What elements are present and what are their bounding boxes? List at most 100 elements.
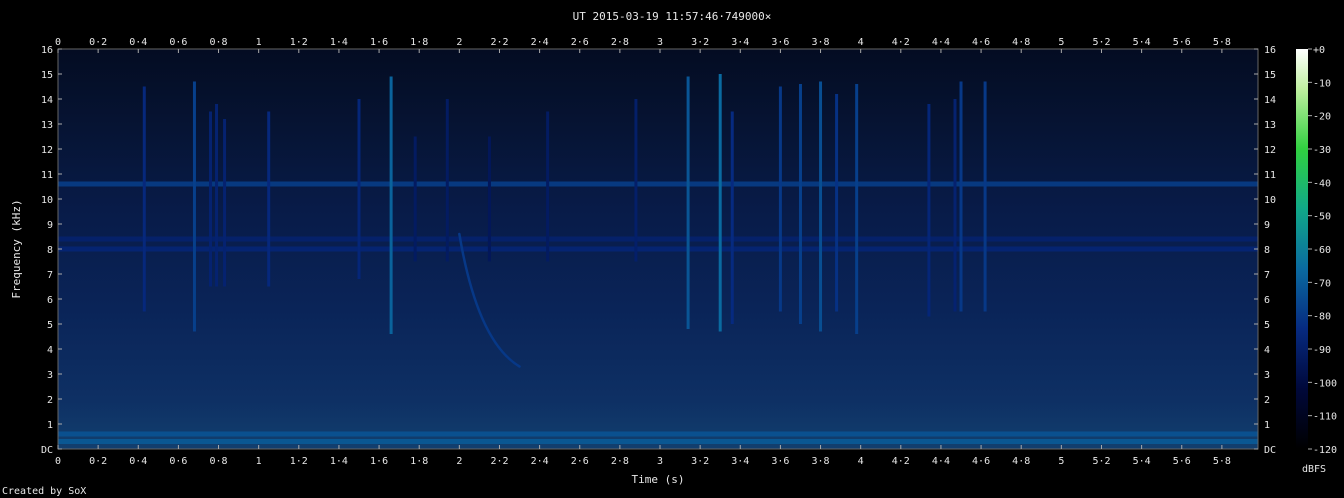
x-tick-label: 4·8 [1012,456,1030,467]
y-tick-label-right: 8 [1264,245,1270,256]
y-tick-label: 14 [41,95,53,106]
plot-area [57,48,1259,450]
y-tick-label: 1 [47,420,53,431]
click-transient [192,81,196,332]
x-tick-label-top: 4·4 [932,37,950,48]
y-tick-label: 8 [47,245,53,256]
x-tick-label: 1·8 [410,456,428,467]
x-tick-label-top: 3 [657,37,663,48]
x-tick-label-top: 1 [256,37,262,48]
y-tick-label: 9 [47,220,53,231]
colorbar-tick-label: -60 [1313,245,1331,256]
colorbar-tick-label: -90 [1313,345,1331,356]
x-tick-label: 0 [55,456,61,467]
click-transient [730,111,734,324]
x-tick-label-top: 4·8 [1012,37,1030,48]
y-tick-label: 11 [41,170,53,181]
click-transient [142,86,146,312]
credit-text: Created by SoX [2,486,86,497]
click-transient [223,119,227,287]
frequency-band [58,439,1258,444]
x-tick-label: 1·6 [370,456,388,467]
x-tick-label: 4·6 [972,456,990,467]
x-tick-label: 1 [256,456,262,467]
click-transient [445,99,449,262]
x-tick-label-top: 3·6 [771,37,789,48]
colorbar-gradient [1296,49,1308,449]
y-tick-label: 6 [47,295,53,306]
x-tick-label-top: 5·6 [1173,37,1191,48]
y-tick-label-right: 9 [1264,220,1270,231]
y-tick-label: 16 [41,45,53,56]
x-axis-label: Time (s) [632,473,685,486]
click-transient [546,111,550,262]
x-tick-label: 1·4 [330,456,348,467]
x-tick-label: 3 [657,456,663,467]
colorbar-tick-label: -100 [1313,378,1337,389]
click-transient [389,76,393,334]
y-tick-label: 13 [41,120,53,131]
x-tick-label: 2·2 [490,456,508,467]
x-tick-label-top: 1·8 [410,37,428,48]
colorbar-ticks: +0 -10 -20 -30 -40 -50 -60 -70 -80 -90 -100 -110 -12… [1308,45,1337,456]
x-tick-label: 3·6 [771,456,789,467]
click-transient [487,136,491,262]
x-tick-label-top: 1·4 [330,37,348,48]
x-tick-label-top: 2·6 [571,37,589,48]
x-tick-label-top: 3·8 [812,37,830,48]
colorbar-tick-label: -40 [1313,178,1331,189]
y-tick-label: 4 [47,345,53,356]
colorbar-tick-label: -120 [1313,445,1337,456]
x-tick-label: 1·2 [290,456,308,467]
click-transient [357,99,361,279]
y-axis-label: Frequency (kHz) [10,199,23,298]
y-tick-label: 7 [47,270,53,281]
x-tick-label: 3·8 [812,456,830,467]
x-tick-label: 5 [1058,456,1064,467]
click-transient [983,81,987,312]
spectrogram-chart: UT 2015-03-19 11:57:46·749000× 0 0 0·2 0·2 0… [2,10,1337,497]
y-tick-label: 5 [47,320,53,331]
x-tick-label: 2 [456,456,462,467]
y-tick-label-right: 1 [1264,420,1270,431]
x-tick-label: 0·6 [169,456,187,467]
x-tick-label-top: 5 [1058,37,1064,48]
click-transient [855,84,859,334]
y-tick-label: 15 [41,70,53,81]
x-tick-label-top: 4·2 [892,37,910,48]
x-tick-label: 2·4 [531,456,549,467]
y-tick-label: 10 [41,195,53,206]
click-transient [413,136,417,262]
colorbar-tick-label: -20 [1313,112,1331,123]
frequency-band [58,246,1258,252]
y-tick-label: 12 [41,145,53,156]
x-tick-label-top: 3·2 [691,37,709,48]
x-tick-label-top: 5·4 [1133,37,1151,48]
colorbar-tick-label: -50 [1313,212,1331,223]
click-transient [209,111,213,287]
y-tick-label-right: 15 [1264,70,1276,81]
y-tick-label-right: 14 [1264,95,1276,106]
x-tick-label-top: 0·4 [129,37,147,48]
y-tick-label-right: 10 [1264,195,1276,206]
y-tick-label: DC [41,445,53,456]
y-tick-label-right: 16 [1264,45,1276,56]
x-tick-label-top: 3·4 [731,37,749,48]
x-tick-label: 3·4 [731,456,749,467]
click-transient [267,111,271,287]
colorbar-tick-label: -10 [1313,78,1331,89]
y-tick-label-right: 12 [1264,145,1276,156]
click-transient [215,104,219,287]
click-transient [778,86,782,312]
colorbar-tick-label: +0 [1313,45,1325,56]
x-tick-label-top: 2·8 [611,37,629,48]
chart-title: UT 2015-03-19 11:57:46·749000× [573,10,772,23]
x-tick-label-top: 0·8 [210,37,228,48]
y-tick-label-right: 11 [1264,170,1276,181]
colorbar-tick-label: -70 [1313,278,1331,289]
colorbar-label: dBFS [1302,464,1326,475]
x-tick-label-top: 2·2 [490,37,508,48]
x-tick-label-top: 2·4 [531,37,549,48]
y-tick-label-right: 5 [1264,320,1270,331]
x-tick-label: 4·4 [932,456,950,467]
